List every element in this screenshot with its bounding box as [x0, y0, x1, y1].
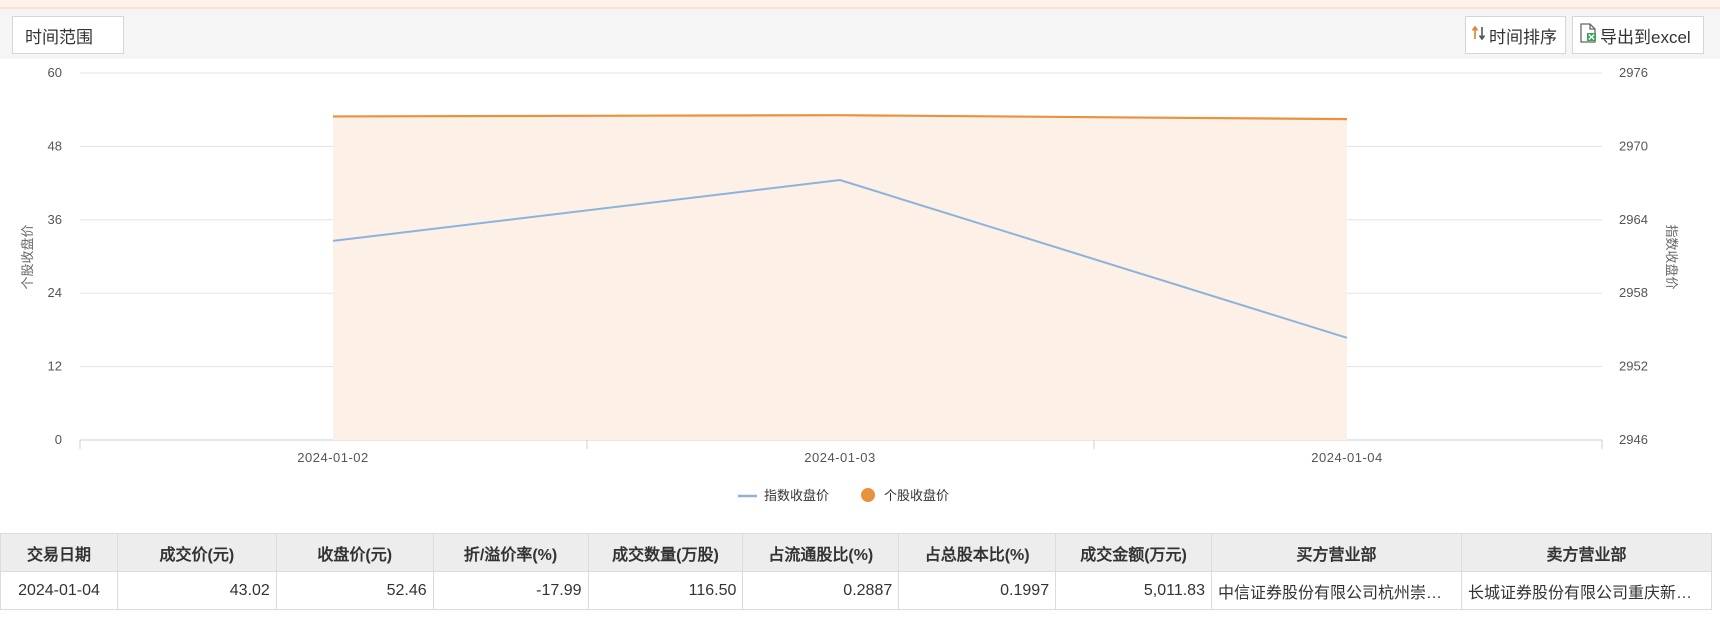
right-tick-label: 2964 [1619, 212, 1648, 227]
table-cell-amount: 5,011.83 [1055, 571, 1212, 610]
table-header[interactable]: 交易日期 [0, 533, 118, 572]
table-cell-volume: 116.50 [587, 571, 744, 610]
table-header[interactable]: 收盘价(元) [275, 533, 434, 572]
left-tick-label: 24 [48, 285, 62, 300]
x-tick-label: 2024-01-03 [804, 450, 876, 465]
left-tick-label: 12 [48, 359, 62, 374]
table-header[interactable]: 成交金额(万元) [1055, 533, 1212, 572]
export-excel-button[interactable]: 导出到excel [1572, 16, 1704, 54]
left-tick-label: 48 [48, 138, 62, 153]
table-cell-trade-price: 43.02 [116, 571, 277, 610]
table-header[interactable]: 成交价(元) [116, 533, 277, 572]
block-trade-table: 交易日期 成交价(元) 收盘价(元) 折/溢价率(%) 成交数量(万股) 占流通… [0, 533, 1713, 610]
price-chart-svg: 0 12 24 36 48 60 2946 2952 2958 2964 2970 2976 2024-… [20, 65, 1679, 503]
left-tick-label: 60 [48, 65, 62, 80]
legend-stock-swatch [861, 488, 875, 502]
left-tick-label: 0 [55, 432, 62, 447]
legend-index-label: 指数收盘价 [764, 488, 829, 503]
table-header[interactable]: 占总股本比(%) [898, 533, 1057, 572]
x-tick-label: 2024-01-02 [297, 450, 369, 465]
time-sort-button[interactable]: 时间排序 [1465, 16, 1566, 54]
export-excel-label: 导出到excel [1600, 27, 1691, 47]
table-row[interactable]: 2024-01-04 43.02 52.46 -17.99 116.50 0.2… [0, 571, 1713, 610]
table-header[interactable]: 折/溢价率(%) [432, 533, 589, 572]
time-range-button[interactable]: 时间范围 [12, 16, 124, 54]
table-cell-seller[interactable]: 长城证券股份有限公司重庆新… [1460, 571, 1713, 610]
table-header-row: 交易日期 成交价(元) 收盘价(元) 折/溢价率(%) 成交数量(万股) 占流通… [0, 533, 1713, 572]
table-cell-date: 2024-01-04 [0, 571, 118, 610]
table-header[interactable]: 卖方营业部 [1460, 533, 1713, 572]
time-range-label: 时间范围 [25, 27, 93, 47]
sort-arrows-icon [1471, 25, 1486, 46]
table-cell-premium-rate: -17.99 [432, 571, 589, 610]
right-tick-label: 2946 [1619, 432, 1648, 447]
right-tick-label: 2958 [1619, 285, 1648, 300]
toolbar: 时间范围 时间排序 导出到excel [0, 9, 1720, 59]
table-cell-total-ratio: 0.1997 [898, 571, 1057, 610]
top-accent-strip [0, 0, 1720, 9]
right-tick-label: 2952 [1619, 359, 1648, 374]
table-cell-close-price: 52.46 [275, 571, 434, 610]
time-sort-label: 时间排序 [1489, 27, 1557, 47]
left-axis-title: 个股收盘价 [20, 224, 35, 289]
right-tick-label: 2976 [1619, 65, 1648, 80]
stock-close-area [333, 115, 1347, 440]
table-header[interactable]: 占流通股比(%) [742, 533, 900, 572]
x-tick-label: 2024-01-04 [1311, 450, 1383, 465]
right-axis-title: 指数收盘价 [1664, 224, 1679, 289]
table-header[interactable]: 买方营业部 [1210, 533, 1462, 572]
table-cell-buyer[interactable]: 中信证券股份有限公司杭州崇… [1210, 571, 1462, 610]
legend-stock-label: 个股收盘价 [884, 488, 949, 503]
price-chart: 0 12 24 36 48 60 2946 2952 2958 2964 2970 2976 2024-… [0, 59, 1720, 529]
excel-file-icon [1579, 22, 1597, 48]
left-tick-label: 36 [48, 212, 62, 227]
table-cell-float-ratio: 0.2887 [742, 571, 900, 610]
table-header[interactable]: 成交数量(万股) [587, 533, 744, 572]
right-tick-label: 2970 [1619, 138, 1648, 153]
